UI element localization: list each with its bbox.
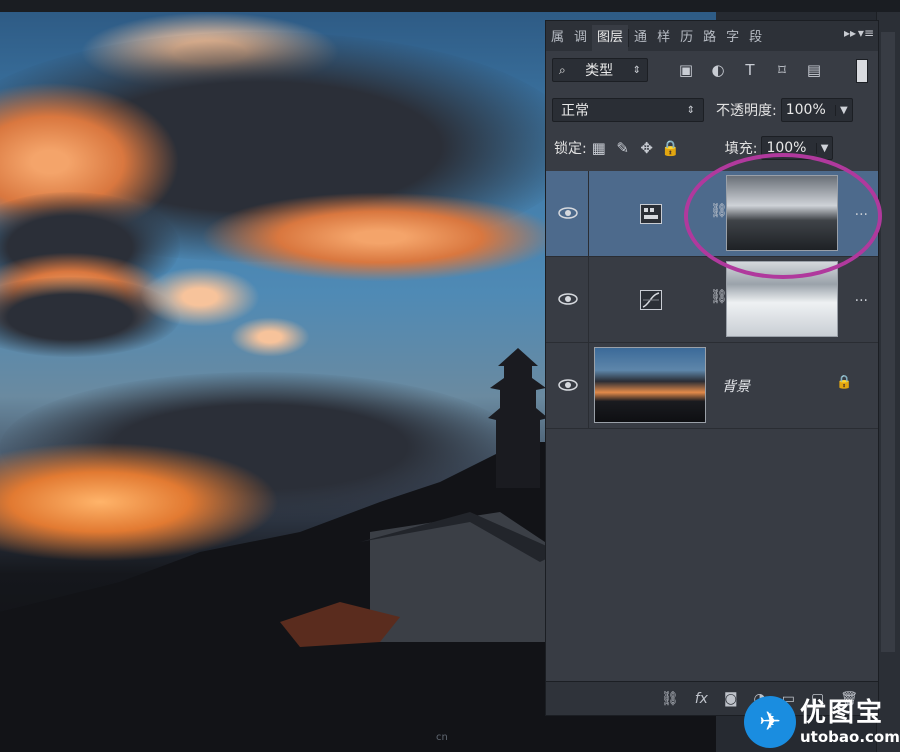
- lock-label: 锁定:: [554, 141, 587, 157]
- eye-icon[interactable]: [558, 205, 578, 221]
- highlight-annotation: [684, 153, 882, 279]
- layer-divider: [588, 257, 589, 342]
- image-filter-icon[interactable]: ▣: [674, 59, 698, 81]
- smart-object-filter-icon[interactable]: ▤: [802, 59, 826, 81]
- double-chevron-right-icon[interactable]: ▸▸: [844, 26, 856, 40]
- lock-image-pixels-icon[interactable]: ✎: [611, 137, 635, 159]
- eye-icon[interactable]: [558, 291, 578, 307]
- lock-transparent-pixels-icon[interactable]: ▦: [587, 137, 611, 159]
- opacity-label: 不透明度:: [716, 103, 777, 119]
- layer-divider: [588, 171, 589, 256]
- layer-divider: [588, 343, 589, 428]
- watermark-en: utobao.com: [800, 728, 900, 746]
- tab-properties[interactable]: 属: [546, 25, 569, 51]
- tab-channels[interactable]: 通: [629, 25, 652, 51]
- eye-icon[interactable]: [558, 377, 578, 393]
- layers-panel: 属 调 图层 通 样 历 路 字 段 ▸▸ ▾≡ ⌕ 类型 ⇕ ▣ ◐ T ⌑ …: [545, 20, 879, 716]
- opacity-value: 100%: [785, 102, 826, 118]
- filter-kind-select[interactable]: ⌕ 类型 ⇕: [552, 58, 648, 82]
- tab-layers[interactable]: 图层: [592, 25, 629, 51]
- blend-mode-value: 正常: [561, 103, 589, 119]
- tab-paths[interactable]: 路: [698, 25, 721, 51]
- stepper-icon: ⇕: [686, 104, 695, 116]
- dock-scrollbar[interactable]: [881, 32, 895, 652]
- bird-logo-icon: ✈: [744, 696, 796, 748]
- filter-kind-label: 类型: [585, 63, 614, 79]
- layer-row-background[interactable]: 背景 🔒: [546, 343, 878, 429]
- fx-icon[interactable]: fx: [695, 691, 708, 707]
- more-icon: ···: [854, 293, 868, 309]
- link-layers-icon[interactable]: ⛓: [661, 691, 679, 707]
- tab-paragraph[interactable]: 段: [744, 25, 767, 51]
- blend-row: 正常 ⇕ 不透明度: 100% ▼: [546, 93, 878, 127]
- shape-filter-icon[interactable]: ⌑: [770, 59, 794, 81]
- lock-position-icon[interactable]: ✥: [635, 137, 659, 159]
- levels-adjustment-icon[interactable]: [640, 204, 662, 224]
- cloud-glow: [200, 192, 560, 282]
- pagoda-silhouette: [488, 348, 548, 488]
- stepper-icon: ⇕: [632, 64, 641, 76]
- filter-toggle-icon[interactable]: [856, 59, 868, 83]
- blend-mode-select[interactable]: 正常 ⇕: [552, 98, 704, 122]
- top-bar: [0, 0, 900, 12]
- lock-icon: 🔒: [836, 375, 853, 390]
- cloud: [230, 317, 310, 357]
- watermark-cn: 优图宝: [800, 698, 885, 728]
- watermark: ✈ 优图宝 utobao.com: [744, 692, 900, 752]
- background-thumbnail[interactable]: [594, 347, 706, 423]
- watermark-text: 优图宝 utobao.com: [800, 698, 900, 746]
- small-watermark: cn: [436, 732, 448, 743]
- tab-character[interactable]: 字: [721, 25, 744, 51]
- text-filter-icon[interactable]: T: [738, 59, 762, 81]
- opacity-field[interactable]: 100% ▼: [780, 98, 853, 122]
- tab-adjustments[interactable]: 调: [569, 25, 592, 51]
- filter-icons: ▣ ◐ T ⌑ ▤: [674, 59, 826, 81]
- panel-tabs: 属 调 图层 通 样 历 路 字 段 ▸▸ ▾≡: [546, 21, 878, 51]
- lock-all-icon[interactable]: 🔒: [659, 137, 683, 159]
- filter-row: ⌕ 类型 ⇕ ▣ ◐ T ⌑ ▤: [546, 53, 878, 87]
- chevron-down-icon[interactable]: ▼: [835, 104, 848, 116]
- chevron-down-icon[interactable]: ▼: [815, 142, 828, 154]
- tab-styles[interactable]: 样: [652, 25, 675, 51]
- cloud: [140, 267, 260, 327]
- curves-adjustment-icon[interactable]: [640, 290, 662, 310]
- tab-history[interactable]: 历: [675, 25, 698, 51]
- search-icon: ⌕: [559, 62, 566, 77]
- right-dock: [876, 12, 900, 752]
- adjustment-filter-icon[interactable]: ◐: [706, 59, 730, 81]
- layer-name[interactable]: 背景: [722, 376, 750, 396]
- panel-menu-icon[interactable]: ▾≡: [858, 26, 874, 40]
- add-mask-icon[interactable]: ◙: [724, 691, 738, 707]
